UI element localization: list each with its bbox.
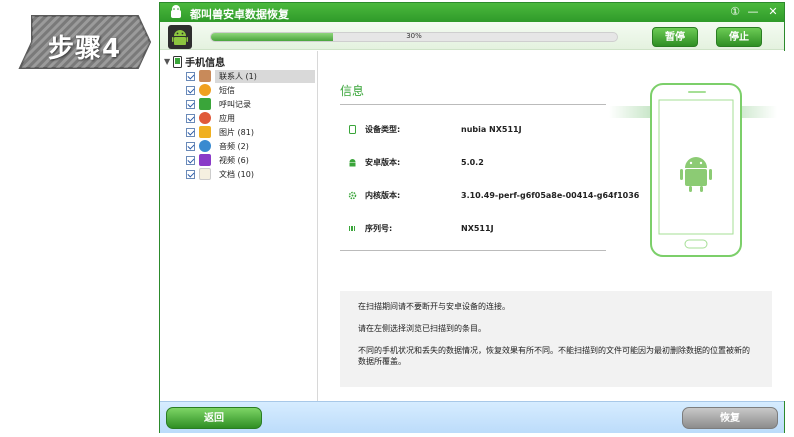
sidebar-item-label: 联系人 (1) [215,69,315,83]
info-key: 内核版本: [365,190,401,200]
tree-root[interactable]: ▼ 手机信息 [164,54,225,69]
android-device-icon [168,25,192,49]
sidebar-item-contacts[interactable]: 联系人 (1) [186,69,315,83]
sidebar-item-label: 音频 (2) [219,141,249,151]
step-label: 步骤4 [48,34,122,64]
sidebar-item-label: 呼叫记录 [219,99,251,109]
info-key: 安卓版本: [365,157,401,167]
title-bar: 都叫兽安卓数据恢复 ① — ✕ [160,3,784,22]
info-button[interactable]: ① [728,5,742,19]
sidebar-item-apps[interactable]: 应用 [186,111,315,125]
scan-progress-bar: 30% [210,32,618,42]
progress-label: 30% [406,32,422,40]
note-text: 在扫描期间请不要断开与安卓设备的连接。 [358,302,510,311]
step-badge: 步骤4 [18,12,153,72]
app-window: 都叫兽安卓数据恢复 ① — ✕ 30% 暂停 停止 ▼ 手机信息 联系人 (1)… [159,2,785,433]
collapse-arrow-icon[interactable]: ▼ [164,57,170,66]
stop-button[interactable]: 停止 [716,27,762,47]
info-value: nubia NX511J [461,124,522,134]
info-row-serial-number: 序列号: NX511J [348,221,494,235]
sidebar-item-label: 应用 [219,113,235,123]
apps-checkbox[interactable] [186,113,195,123]
app-logo-icon [171,5,181,18]
documents-icon [199,168,211,180]
info-title: 信息 [340,84,365,98]
info-row-kernel-version: 内核版本: 3.10.49-perf-g6f05a8e-00414-g64f10… [348,188,639,202]
video-checkbox[interactable] [186,155,195,165]
apps-icon [199,112,211,124]
documents-checkbox[interactable] [186,169,195,179]
pause-button[interactable]: 暂停 [652,27,698,47]
note-text: 不同的手机状况和丢失的数据情况，恢复效果有所不同。不能扫描到的文件可能因为最初删… [358,346,750,366]
scan-notes: 在扫描期间请不要断开与安卓设备的连接。 请在左侧选择浏览已扫描到的条目。 不同的… [340,291,772,387]
info-value: 5.0.2 [461,157,484,167]
divider [340,104,606,105]
call-log-checkbox[interactable] [186,99,195,109]
info-row-android-version: 安卓版本: 5.0.2 [348,155,484,169]
minimize-button[interactable]: — [746,5,760,19]
toolbar: 30% 暂停 停止 [160,22,784,50]
sidebar-item-video[interactable]: 视频 (6) [186,153,315,167]
info-row-device-type: 设备类型: nubia NX511J [348,122,522,136]
audio-checkbox[interactable] [186,141,195,151]
sms-icon [199,84,211,96]
info-value: NX511J [461,223,494,233]
divider [340,250,606,251]
device-icon [349,124,356,134]
call-log-icon [199,98,211,110]
photos-icon [199,126,211,138]
footer-bar: 返回 恢复 [160,401,784,433]
sidebar-item-photos[interactable]: 图片 (81) [186,125,315,139]
close-button[interactable]: ✕ [766,5,780,19]
android-icon [349,158,356,166]
sidebar-item-audio[interactable]: 音频 (2) [186,139,315,153]
contacts-icon [199,70,211,82]
sidebar-item-label: 短信 [219,85,235,95]
sidebar-item-call-log[interactable]: 呼叫记录 [186,97,315,111]
info-key: 序列号: [365,223,393,233]
recover-button[interactable]: 恢复 [682,407,778,429]
sms-checkbox[interactable] [186,85,195,95]
phone-icon [173,55,183,68]
audio-icon [199,140,211,152]
tree-root-label: 手机信息 [185,58,226,69]
info-key: 设备类型: [365,124,401,134]
category-sidebar: ▼ 手机信息 联系人 (1) 短信 呼叫记录 应用 图片 (81) 音频 (2)… [160,51,318,401]
note-text: 请在左侧选择浏览已扫描到的条目。 [358,324,486,333]
phone-illustration [609,83,777,257]
window-title: 都叫兽安卓数据恢复 [190,8,289,21]
back-button[interactable]: 返回 [166,407,262,429]
gear-icon [348,191,357,199]
info-panel: 信息 设备类型: nubia NX511J 安卓版本: 5.0.2 内核版本: … [319,51,785,401]
sidebar-item-label: 文档 (10) [219,169,254,179]
video-icon [199,154,211,166]
barcode-icon [349,225,355,231]
sidebar-item-documents[interactable]: 文档 (10) [186,167,315,181]
sidebar-item-label: 视频 (6) [219,155,249,165]
sidebar-item-label: 图片 (81) [219,127,254,137]
sidebar-item-sms[interactable]: 短信 [186,83,315,97]
photos-checkbox[interactable] [186,127,195,137]
contacts-checkbox[interactable] [186,71,195,81]
